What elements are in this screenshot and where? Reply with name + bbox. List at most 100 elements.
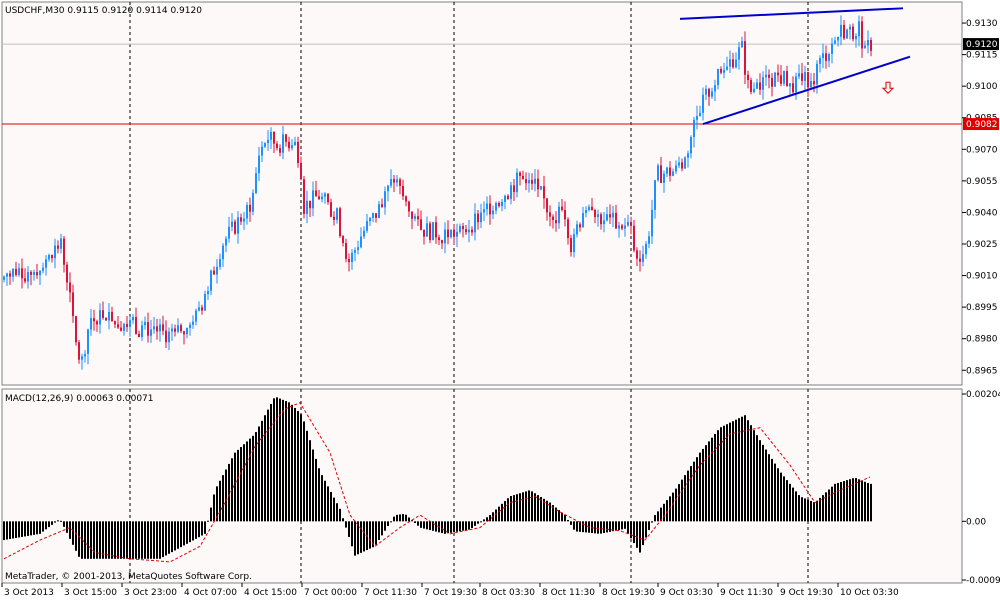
candle-body xyxy=(111,311,113,322)
price-tick-label: 0.9040 xyxy=(966,208,998,218)
macd-bar xyxy=(861,480,863,522)
candle-body xyxy=(189,324,191,328)
candle-body xyxy=(297,141,299,163)
macd-bar xyxy=(714,433,716,522)
macd-bar xyxy=(843,481,845,522)
candle-body xyxy=(18,268,20,275)
candle-body xyxy=(549,212,551,217)
macd-bar xyxy=(390,521,392,523)
macd-bar xyxy=(270,403,272,522)
macd-bar xyxy=(63,521,65,527)
macd-bar xyxy=(381,521,383,536)
macd-bar xyxy=(387,521,389,527)
macd-bar xyxy=(870,483,872,522)
candle-body xyxy=(714,85,716,92)
candle-body xyxy=(543,186,545,199)
candle-body xyxy=(390,179,392,186)
macd-bar xyxy=(315,458,317,522)
candle-body xyxy=(147,322,149,336)
candle-body xyxy=(63,238,65,265)
candle-body xyxy=(486,203,488,210)
candle-body xyxy=(807,72,809,88)
candle-body xyxy=(759,82,761,90)
candle-body xyxy=(675,165,677,172)
macd-bar xyxy=(693,461,695,522)
macd-bar xyxy=(780,472,782,522)
candle-body xyxy=(45,259,47,268)
macd-bar xyxy=(663,503,665,522)
candle-body xyxy=(441,240,443,244)
candle-body xyxy=(552,216,554,221)
current-price-label: 0.9120 xyxy=(966,40,998,50)
macd-bar xyxy=(156,521,158,559)
macd-bar xyxy=(60,520,62,522)
macd-bar xyxy=(783,476,785,522)
macd-bar xyxy=(126,521,128,559)
candle-body xyxy=(72,292,74,317)
macd-bar xyxy=(867,483,869,522)
candle-body xyxy=(477,213,479,223)
candle-body xyxy=(276,143,278,149)
candle-body xyxy=(831,43,833,55)
macd-bar xyxy=(36,521,38,535)
macd-bar xyxy=(276,397,278,522)
candle-body xyxy=(414,216,416,219)
candle-body xyxy=(870,39,872,51)
macd-bar xyxy=(741,416,743,522)
candle-body xyxy=(606,214,608,221)
macd-bar xyxy=(624,521,626,529)
candle-body xyxy=(36,272,38,276)
macd-bar xyxy=(132,521,134,559)
macd-bar xyxy=(825,492,827,522)
candle-body xyxy=(249,204,251,212)
candle-body xyxy=(585,209,587,214)
macd-bar xyxy=(333,497,335,522)
candle-body xyxy=(654,180,656,210)
macd-bar xyxy=(564,515,566,522)
price-pane[interactable] xyxy=(1,1,963,386)
candle-body xyxy=(51,255,53,259)
candle-body xyxy=(270,132,272,140)
macd-bar xyxy=(399,514,401,522)
candle-body xyxy=(117,324,119,328)
macd-bar xyxy=(237,449,239,522)
candle-body xyxy=(393,179,395,183)
macd-bar xyxy=(54,521,56,523)
macd-bar xyxy=(528,490,530,522)
candle-body xyxy=(519,172,521,176)
macd-bar xyxy=(774,463,776,522)
candle-body xyxy=(273,132,275,144)
macd-bar xyxy=(855,478,857,522)
candle-body xyxy=(732,59,734,68)
candle-body xyxy=(306,200,308,214)
macd-bar xyxy=(141,521,143,559)
macd-bar xyxy=(699,452,701,522)
macd-bar xyxy=(831,486,833,522)
candle-body xyxy=(507,195,509,199)
candle-body xyxy=(321,196,323,200)
macd-bar xyxy=(609,521,611,532)
candle-body xyxy=(369,217,371,222)
candle-body xyxy=(729,59,731,67)
candle-body xyxy=(657,165,659,181)
macd-bar xyxy=(153,521,155,559)
macd-bar xyxy=(192,521,194,541)
time-tick-label: 7 Oct 19:30 xyxy=(424,588,477,598)
candle-body xyxy=(444,229,446,244)
candle-body xyxy=(555,220,557,224)
time-tick-label: 4 Oct 15:00 xyxy=(244,588,297,598)
macd-label: MACD(12,26,9) 0.00063 0.00071 xyxy=(5,394,154,404)
macd-bar xyxy=(306,430,308,522)
macd-bar xyxy=(264,415,266,522)
macd-bar xyxy=(585,521,587,533)
macd-bar xyxy=(30,521,32,536)
candle-body xyxy=(495,202,497,211)
macd-bar xyxy=(648,521,650,531)
candle-body xyxy=(21,268,23,279)
candle-body xyxy=(432,222,434,241)
candle-body xyxy=(450,229,452,238)
candle-body xyxy=(81,356,83,360)
macd-bar xyxy=(615,521,617,531)
macd-bar xyxy=(105,521,107,559)
macd-bar xyxy=(603,521,605,534)
